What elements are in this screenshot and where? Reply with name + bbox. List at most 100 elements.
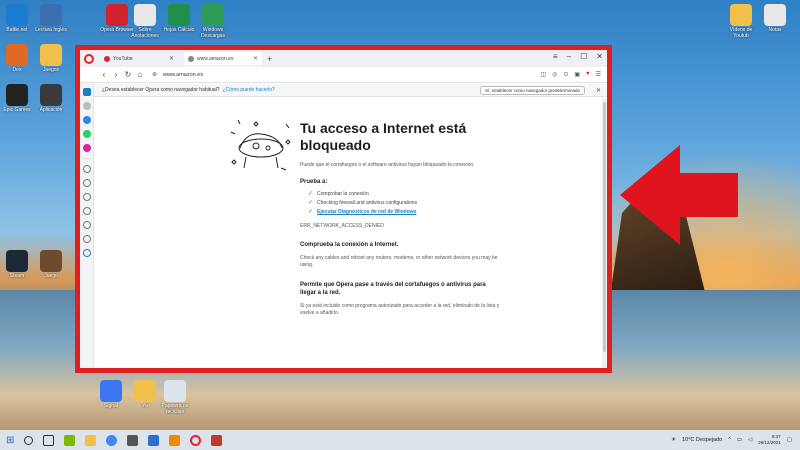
folder-icon	[134, 380, 156, 402]
try-list: ✓ Comprobar la conexión ✓ Checking firew…	[308, 190, 500, 217]
desktop-icon-label: Hojas Cálculo	[163, 27, 195, 33]
reload-button[interactable]: ↻	[122, 70, 134, 79]
downloads-icon[interactable]	[82, 207, 91, 215]
desktop-icon[interactable]: Vídeos de Youtub	[724, 4, 758, 39]
check-icon: ✓	[308, 209, 314, 215]
folder-icon	[40, 44, 62, 66]
minimize-button[interactable]: –	[567, 52, 571, 61]
whatsapp-icon[interactable]	[82, 130, 91, 138]
instagram-icon[interactable]	[82, 144, 91, 152]
desktop-icon-label: Juego	[44, 273, 58, 279]
store-icon[interactable]	[127, 434, 139, 446]
desktop-icon[interactable]: Battle.net	[0, 4, 34, 39]
history-icon[interactable]	[82, 193, 91, 201]
task-view-icon[interactable]	[43, 434, 55, 446]
try-item-label: Checking firewall and antivirus configur…	[317, 200, 418, 206]
firewall-title: Permite que Opera pase a través del cort…	[300, 282, 486, 296]
set-default-button[interactable]: Sí, establecer como navegador predetermi…	[479, 85, 585, 95]
close-tab-icon[interactable]: ✕	[169, 55, 174, 62]
bookmark-sidebar-icon[interactable]	[82, 102, 91, 110]
wallet-icon[interactable]: ▣	[574, 71, 580, 78]
desktop-icon[interactable]: Notas	[758, 4, 792, 39]
settings-icon[interactable]	[82, 221, 91, 229]
clock-date: 26/12/2021	[758, 440, 781, 445]
desktop-icon[interactable]: Hojas Cálculo	[162, 4, 196, 39]
window-controls: ≡ – ☐ ✕	[553, 52, 603, 61]
menu-icon[interactable]: ☰	[596, 71, 601, 78]
error-title: Tu acceso a Internet está bloqueado	[300, 120, 467, 153]
globe-favicon-icon	[188, 55, 194, 62]
desktop-icon-label: Battle.net	[6, 27, 28, 33]
desktop-icon[interactable]: Sobre Anotaciones	[128, 4, 162, 39]
check-icon: ✓	[308, 200, 314, 206]
notifications-icon[interactable]: ▢	[787, 437, 792, 443]
desktop-icon[interactable]: Epic Games	[0, 84, 34, 119]
windows-start-icon[interactable]: ⊞	[6, 435, 14, 446]
desktop-icon-label: Windows Descargas	[201, 27, 225, 39]
desktop-icon[interactable]: Juegos	[34, 44, 68, 79]
heart-icon[interactable]: ♥	[586, 71, 590, 78]
desktop-icon[interactable]: Signal	[94, 380, 128, 415]
forward-button[interactable]: ›	[110, 70, 122, 79]
run-diagnostics-link[interactable]: Ejecutar Diagnósticos de red de Windows	[317, 208, 416, 217]
youtube-favicon-icon	[104, 55, 110, 62]
maximize-button[interactable]: ☐	[580, 52, 587, 61]
clock[interactable]: 8:37 26/12/2021	[758, 434, 781, 446]
home-sidebar-icon[interactable]	[82, 88, 91, 96]
close-tab-icon[interactable]: ✕	[253, 55, 258, 62]
infobar-help-link[interactable]: ¿Cómo puedo hacerlo?	[223, 87, 275, 93]
speed-dial-icon[interactable]	[82, 165, 91, 173]
image-editor-icon[interactable]	[211, 434, 223, 446]
desktop-icon[interactable]: Windows Descargas	[196, 4, 230, 39]
desktop-icon[interactable]: Dex	[0, 44, 34, 79]
desktop-icon[interactable]: Papelera de reciclaje	[158, 380, 192, 415]
home-button[interactable]: ⌂	[134, 70, 146, 79]
search-icon[interactable]	[24, 435, 34, 445]
weather-text[interactable]: 10°C Despejado	[682, 437, 722, 443]
desktop-icon[interactable]: Yo	[128, 380, 162, 415]
camera-icon[interactable]: ◫	[540, 71, 546, 78]
list-item: ✓ Checking firewall and antivirus config…	[308, 199, 500, 208]
back-button[interactable]: ‹	[98, 70, 110, 79]
desktop-icon-label: Aplicación	[39, 107, 63, 113]
desktop-icon[interactable]: Steam	[0, 250, 34, 285]
weather-icon[interactable]: ☀	[671, 437, 676, 443]
divider	[82, 158, 91, 159]
edit-icon[interactable]	[64, 434, 76, 446]
desktop-icon[interactable]: Lectura Inglés	[34, 4, 68, 39]
desktop-icon[interactable]: Juego	[34, 250, 68, 285]
scrollbar[interactable]	[602, 98, 607, 368]
opera-taskbar-icon[interactable]	[190, 434, 202, 446]
site-info-icon[interactable]: ⊕	[152, 71, 157, 78]
extensions-icon[interactable]	[82, 249, 91, 257]
url-field[interactable]: ⊕ www.amazon.es	[152, 69, 534, 80]
desktop-icon[interactable]: Aplicación	[34, 84, 68, 119]
opera-browser-window: YouTube ✕ www.amazon.es ✕ + ≡ – ☐ ✕ ‹ › …	[80, 50, 607, 368]
tab-youtube[interactable]: YouTube ✕	[100, 52, 178, 65]
chrome-icon[interactable]	[106, 434, 118, 446]
check-connection-text: Check any cables and reboot any routers,…	[300, 255, 498, 268]
tray-arrow-icon[interactable]: ^	[728, 437, 731, 443]
vpn-icon[interactable]: ◎	[552, 71, 557, 78]
search-tabs-icon[interactable]: ≡	[553, 52, 558, 61]
snapshot-icon[interactable]: ⊙	[563, 71, 568, 78]
user-icon	[40, 4, 62, 26]
file-explorer-icon[interactable]	[85, 434, 97, 446]
pin-icon[interactable]	[82, 235, 91, 243]
play-icon[interactable]	[82, 179, 91, 187]
address-bar: ‹ › ↻ ⌂ ⊕ www.amazon.es ◫ ◎ ⊙ ▣ ♥ ☰	[80, 67, 607, 83]
desktop-icon-label: Yo	[142, 403, 148, 409]
infobar-question: ¿Desea establecer Opera como navegador h…	[102, 87, 220, 93]
tab-label: YouTube	[113, 55, 133, 62]
volume-icon[interactable]: ◁	[748, 437, 752, 443]
network-icon[interactable]: ▭	[737, 437, 742, 443]
mail-icon[interactable]	[148, 434, 160, 446]
vlc-icon[interactable]	[169, 434, 181, 446]
opera-menu-icon[interactable]	[84, 53, 94, 64]
close-window-button[interactable]: ✕	[596, 52, 603, 61]
messenger-icon[interactable]	[82, 116, 91, 124]
close-infobar-icon[interactable]: ✕	[596, 87, 601, 94]
new-tab-button[interactable]: +	[267, 54, 272, 64]
tab-amazon[interactable]: www.amazon.es ✕	[184, 52, 262, 65]
scrollbar-thumb[interactable]	[603, 102, 606, 352]
